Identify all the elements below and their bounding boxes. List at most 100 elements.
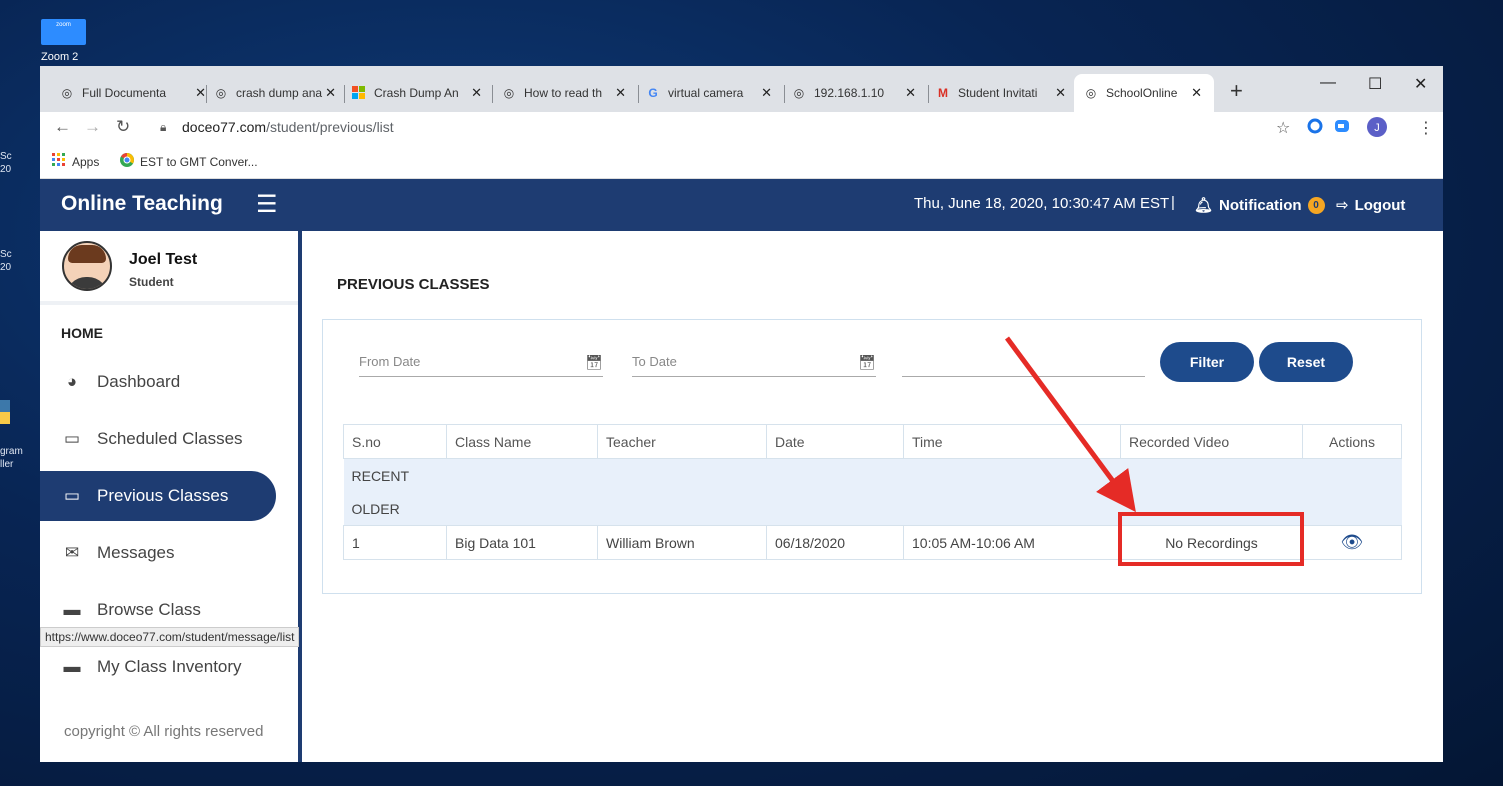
url-domain: doceo77.com	[182, 119, 267, 135]
zoom-desktop-label: Zoom 2	[41, 51, 79, 63]
close-icon[interactable]: ✕	[761, 85, 772, 101]
column-header: S.no	[343, 424, 447, 459]
page-title: PREVIOUS CLASSES	[337, 276, 490, 293]
forward-icon[interactable]: →	[84, 117, 101, 137]
dashboard-icon: ◕	[66, 372, 78, 391]
cell-time: 10:05 AM-10:06 AM	[903, 525, 1121, 560]
profile-initial: J	[1374, 122, 1380, 134]
zoom-app-icon[interactable]: zoom	[41, 19, 86, 45]
python-installer-icon[interactable]	[0, 398, 12, 438]
desktop-fragment-2: Sc 20	[0, 249, 12, 273]
sidebar-item-my-class-inventory[interactable]: ▬ My Class Inventory	[40, 642, 276, 692]
cell-sno: 1	[343, 525, 447, 560]
status-bar-url: https://www.doceo77.com/student/message/…	[40, 627, 300, 647]
group-row-recent: RECENT	[343, 458, 1402, 492]
globe-icon: ◎	[1085, 86, 1097, 100]
reset-button[interactable]: Reset	[1259, 342, 1353, 382]
windows-icon	[352, 86, 366, 100]
profile-avatar[interactable]: J	[1367, 117, 1387, 142]
cell-date: 06/18/2020	[766, 525, 904, 560]
tab-virtual-camera[interactable]: Gvirtual camera ✕	[646, 79, 778, 107]
bookmarks-bar: Apps EST to GMT Conver...	[40, 144, 1443, 179]
column-header: Actions	[1302, 424, 1402, 459]
close-icon[interactable]: ✕	[615, 85, 626, 101]
column-header: Time	[903, 424, 1121, 459]
filter-button[interactable]: Filter	[1160, 342, 1254, 382]
sidebar-item-dashboard[interactable]: ◕ Dashboard	[40, 357, 276, 407]
hamburger-menu-icon[interactable]: ☰	[256, 190, 278, 219]
table-header-row: S.no Class Name Teacher Date Time Record…	[343, 424, 1402, 459]
close-icon[interactable]: ✕	[1191, 85, 1202, 101]
close-icon[interactable]: ✕	[325, 85, 336, 101]
sidebar-item-messages[interactable]: ✉ Messages	[40, 528, 276, 578]
monitor-icon: ▭	[63, 486, 81, 505]
apps-grid-icon	[52, 153, 66, 170]
tab-student-invitation[interactable]: M Student Invitati ✕	[936, 79, 1072, 107]
tab-how-to-read[interactable]: ◎ How to read th ✕	[502, 79, 632, 107]
close-icon[interactable]: ✕	[195, 85, 206, 101]
notification-button[interactable]: 🔔︎ Notification 0	[1194, 196, 1325, 214]
tab-192-168-1-10[interactable]: ◎ 192.168.1.10 ✕	[792, 79, 922, 107]
reload-icon[interactable]: ↻	[116, 117, 130, 137]
logout-button[interactable]: ⇨ Logout	[1336, 196, 1405, 214]
tab-label: crash dump ana	[236, 86, 323, 100]
window-icon: ▬	[63, 657, 81, 676]
tab-label: Full Documenta	[82, 86, 167, 100]
search-field[interactable]	[902, 354, 1145, 377]
zoom-extension-icon[interactable]	[1334, 118, 1350, 139]
extension-icon[interactable]	[1307, 118, 1323, 139]
bookmark-est-to-gmt[interactable]: EST to GMT Conver...	[120, 153, 258, 170]
minimize-icon[interactable]: —	[1320, 74, 1336, 92]
eye-icon[interactable]: 👁︎	[1341, 532, 1364, 552]
maximize-icon[interactable]: ☐	[1368, 74, 1382, 94]
close-icon[interactable]: ✕	[471, 85, 482, 101]
bell-icon: 🔔︎	[1194, 197, 1214, 214]
close-window-icon[interactable]: ✕	[1414, 74, 1427, 94]
tab-label: How to read th	[524, 86, 603, 100]
close-icon[interactable]: ✕	[905, 85, 916, 101]
user-name: Joel Test	[129, 251, 198, 268]
logout-label: Logout	[1354, 197, 1406, 214]
bookmark-label: EST to GMT Conver...	[140, 154, 258, 169]
sidebar-item-previous-classes[interactable]: ▭ Previous Classes	[40, 471, 276, 521]
notification-label: Notification	[1219, 196, 1302, 214]
to-date-field[interactable]: To Date 📅︎	[632, 354, 876, 377]
app-header: Online Teaching ☰ Thu, June 18, 2020, 10…	[40, 179, 1443, 231]
calendar-icon[interactable]: 📅︎	[858, 354, 876, 371]
url-field[interactable]: doceo77.com/student/previous/list	[182, 119, 394, 135]
user-role: Student	[129, 275, 174, 289]
tab-crash-dump-analysis[interactable]: ◎ crash dump ana ✕	[214, 79, 342, 107]
back-icon[interactable]: ←	[54, 117, 71, 137]
to-date-placeholder: To Date	[632, 354, 677, 369]
gmail-icon: M	[938, 86, 948, 100]
from-date-field[interactable]: From Date 📅︎	[359, 354, 603, 377]
calendar-icon[interactable]: 📅︎	[585, 354, 603, 371]
header-separator: |	[1171, 194, 1175, 211]
header-datetime: Thu, June 18, 2020, 10:30:47 AM EST	[914, 195, 1170, 212]
google-icon: G	[648, 86, 658, 100]
tab-schoolonline[interactable]: ◎ SchoolOnline ✕	[1074, 74, 1214, 112]
annotation-highlight-box	[1118, 512, 1304, 566]
tab-label: Student Invitati	[958, 86, 1038, 100]
sidebar-item-scheduled-classes[interactable]: ▭ Scheduled Classes	[40, 414, 276, 464]
tab-label: 192.168.1.10	[814, 86, 885, 100]
envelope-icon: ✉	[64, 543, 80, 562]
globe-icon: ◎	[61, 86, 73, 100]
bookmark-star-icon[interactable]: ☆	[1276, 118, 1290, 138]
globe-icon: ◎	[793, 86, 805, 100]
bookmark-label: Apps	[72, 154, 100, 169]
url-path: /student/previous/list	[266, 119, 394, 135]
desktop-fragment-3: gram ller	[0, 446, 23, 470]
sidebar: Joel Test Student HOME ◕ Dashboard ▭ Sched…	[40, 231, 302, 762]
bookmark-apps[interactable]: Apps	[52, 153, 99, 170]
new-tab-button[interactable]: +	[1230, 78, 1243, 104]
cell-class-name: Big Data 101	[446, 525, 598, 560]
brand-title: Online Teaching	[61, 192, 223, 215]
tab-full-documentation[interactable]: ◎ Full Documenta ✕	[60, 79, 212, 107]
close-icon[interactable]: ✕	[1055, 85, 1066, 101]
sidebar-item-label: Previous Classes	[97, 486, 229, 505]
tab-crash-dump-an[interactable]: Crash Dump An ✕	[352, 79, 488, 107]
copyright-text: copyright © All rights reserved	[64, 723, 264, 740]
menu-dots-icon[interactable]: ⋮	[1418, 118, 1434, 138]
app-container: Online Teaching ☰ Thu, June 18, 2020, 10…	[40, 179, 1443, 762]
